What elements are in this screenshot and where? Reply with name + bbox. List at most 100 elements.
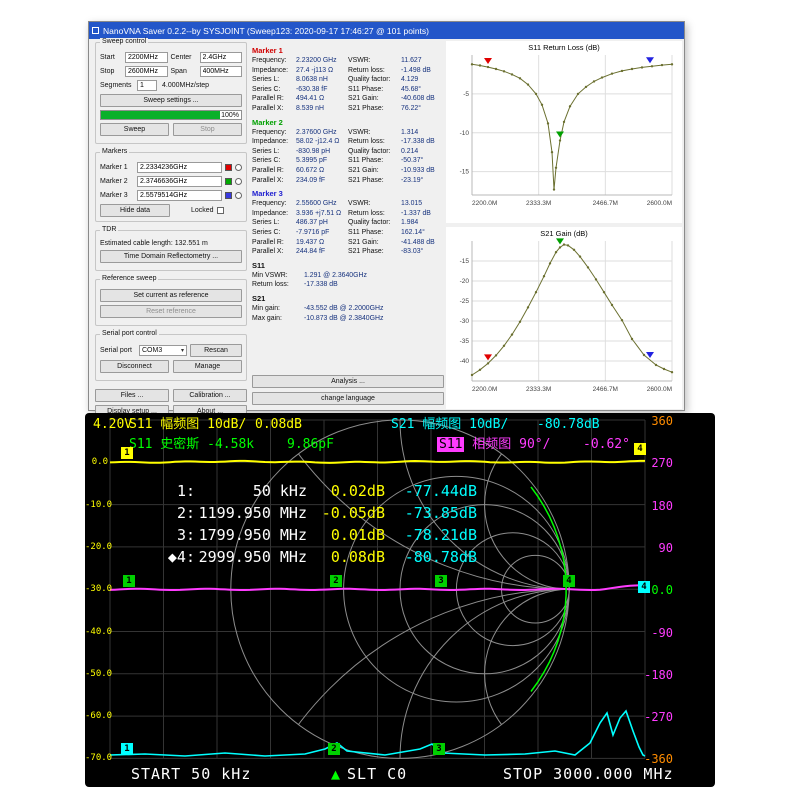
detail-value: 0.214	[401, 147, 444, 157]
marker-detail-row: Series C:-630.38 fFS11 Phase:45.68°	[252, 85, 444, 95]
marker3-input[interactable]	[137, 190, 222, 201]
marker-detail-header: Marker 2	[252, 118, 444, 127]
detail-value: 19.437 Ω	[296, 238, 348, 248]
svg-text:2466.7M: 2466.7M	[593, 386, 618, 393]
detail-value: 234.09 fF	[296, 176, 348, 186]
summary-row: Min gain:-43.552 dB @ 2.2000GHz	[252, 304, 444, 314]
svg-text:2200.0M: 2200.0M	[472, 200, 497, 207]
stop-input[interactable]	[125, 66, 168, 77]
files-button[interactable]: Files ...	[95, 389, 169, 402]
titlebar[interactable]: NanoVNA Saver 0.2.2--by SYSJOINT (Sweep1…	[89, 22, 684, 39]
summary-value: -10.873 dB @ 2.3840GHz	[304, 314, 383, 324]
sweep-control-group: Sweep control Start Center Stop Span Seg…	[95, 42, 247, 144]
disconnect-button[interactable]: Disconnect	[100, 360, 169, 373]
manage-button[interactable]: Manage	[173, 360, 242, 373]
change-language-button[interactable]: change language	[252, 392, 444, 405]
chevron-down-icon: ▾	[181, 347, 184, 354]
stop-frequency-text: STOP 3000.000 MHz	[503, 765, 674, 783]
trace-marker-tag: 2	[330, 575, 342, 587]
span-label: Span	[171, 68, 197, 75]
marker2-color-chip[interactable]	[225, 178, 232, 185]
screen-marker-row-2: 2: 1199.950 MHz -0.05dB -73.85dB	[125, 505, 477, 522]
detail-value: 3.936 +j7.51 Ω	[296, 209, 348, 219]
right-scale-label: 360	[633, 414, 673, 428]
reset-reference-button[interactable]: Reset reference	[100, 305, 242, 318]
tdr-button[interactable]: Time Domain Reflectometry ...	[100, 250, 242, 263]
detail-value: 11.627	[401, 56, 444, 66]
svg-text:-10: -10	[460, 130, 470, 137]
marker-detail-header: Marker 1	[252, 46, 444, 55]
marker-s11-value: 0.08dB	[307, 549, 385, 566]
marker-number: ◆4:	[125, 549, 195, 566]
detail-value: 60.672 Ω	[296, 166, 348, 176]
marker-detail-row: Parallel X:234.09 fFS21 Phase:-23.19°	[252, 176, 444, 186]
marker2-radio[interactable]	[235, 178, 242, 185]
sweep-progressbar: 100%	[100, 110, 242, 120]
trace-marker-tag: 4	[638, 581, 650, 593]
s21-gain-chart[interactable]: 2200.0M2333.3M2466.7M2600.0M-15-20-25-30…	[446, 227, 682, 409]
sweep-button[interactable]: Sweep	[100, 123, 169, 136]
marker1-input[interactable]	[137, 162, 222, 173]
screen-graphics	[85, 413, 715, 787]
marker-s11-value: 0.01dB	[307, 527, 385, 544]
detail-label: Parallel X:	[252, 104, 296, 114]
marker-detail-row: Parallel R:494.41 ΩS21 Gain:-40.608 dB	[252, 94, 444, 104]
rescan-button[interactable]: Rescan	[190, 344, 242, 357]
start-input[interactable]	[125, 52, 168, 63]
marker-frequency: 1199.950 MHz	[195, 505, 307, 522]
segments-input[interactable]	[137, 80, 157, 91]
marker-number: 3:	[125, 527, 195, 544]
marker2-input[interactable]	[137, 176, 222, 187]
serial-title: Serial port control	[100, 330, 159, 337]
trace-marker-tag: 3	[433, 743, 445, 755]
svg-text:2200.0M: 2200.0M	[472, 386, 497, 393]
set-reference-button[interactable]: Set current as reference	[100, 289, 242, 302]
marker1-color-chip[interactable]	[225, 164, 232, 171]
calibration-button[interactable]: Calibration ...	[173, 389, 247, 402]
start-frequency-text: START 50 kHz	[131, 765, 251, 783]
serial-port-row: Serial port COM3 ▾ Rescan	[100, 344, 242, 357]
s11-return-loss-chart-svg: 2200.0M2333.3M2466.7M2600.0M-5-10-15S11 …	[446, 41, 682, 223]
analysis-button[interactable]: Analysis ...	[252, 375, 444, 388]
detail-value: 1.984	[401, 218, 444, 228]
marker-frequency: 2999.950 MHz	[195, 549, 307, 566]
detail-label: S21 Phase:	[348, 176, 401, 186]
detail-value: -830.98 pH	[296, 147, 348, 157]
locked-checkbox[interactable]	[217, 207, 224, 214]
left-scale-label: -50.0	[85, 669, 108, 679]
marker1-radio[interactable]	[235, 164, 242, 171]
serial-port-value: COM3	[142, 347, 162, 354]
marker3-radio[interactable]	[235, 192, 242, 199]
left-scale-label: -30.0	[85, 584, 108, 594]
detail-label: Parallel X:	[252, 247, 296, 257]
detail-label: Parallel R:	[252, 166, 296, 176]
marker3-color-chip[interactable]	[225, 192, 232, 199]
detail-label: S11 Phase:	[348, 85, 401, 95]
marker-detail-row: Impedance:58.02 -j12.4 ΩReturn loss:-17.…	[252, 137, 444, 147]
detail-value: 8.0638 nH	[296, 75, 348, 85]
svg-text:-15: -15	[460, 169, 470, 176]
svg-text:2333.3M: 2333.3M	[526, 200, 551, 207]
center-input[interactable]	[200, 52, 243, 63]
span-input[interactable]	[200, 66, 243, 77]
serial-port-select[interactable]: COM3 ▾	[139, 345, 187, 356]
stop-button[interactable]: Stop	[173, 123, 242, 136]
marker-detail-row: Parallel X:244.84 fFS21 Phase:-83.03°	[252, 247, 444, 257]
left-panel: Sweep control Start Center Stop Span Seg…	[95, 42, 247, 421]
marker-detail-row: Parallel R:60.672 ΩS21 Gain:-10.933 dB	[252, 166, 444, 176]
trace2-label: S21 幅频图 10dB/	[391, 417, 508, 432]
detail-value: 2.23200 GHz	[296, 56, 348, 66]
reference-title: Reference sweep	[100, 275, 158, 282]
segments-row: Segments 4.000MHz/step	[100, 80, 242, 91]
summary-row: Max gain:-10.873 dB @ 2.3840GHz	[252, 314, 444, 324]
hide-data-button[interactable]: Hide data	[100, 204, 170, 217]
nanovna-saver-window: NanoVNA Saver 0.2.2--by SYSJOINT (Sweep1…	[88, 21, 685, 411]
app-icon	[92, 27, 99, 34]
s11-return-loss-chart[interactable]: 2200.0M2333.3M2466.7M2600.0M-5-10-15S11 …	[446, 41, 682, 223]
progress-fill	[101, 111, 220, 119]
sweep-settings-button[interactable]: Sweep settings ...	[100, 94, 242, 107]
summary-label: Min gain:	[252, 304, 304, 314]
marker-number: 1:	[125, 483, 195, 500]
svg-text:S11 Return Loss (dB): S11 Return Loss (dB)	[528, 43, 600, 52]
summary-row: Min VSWR:1.291 @ 2.3640GHz	[252, 271, 444, 281]
